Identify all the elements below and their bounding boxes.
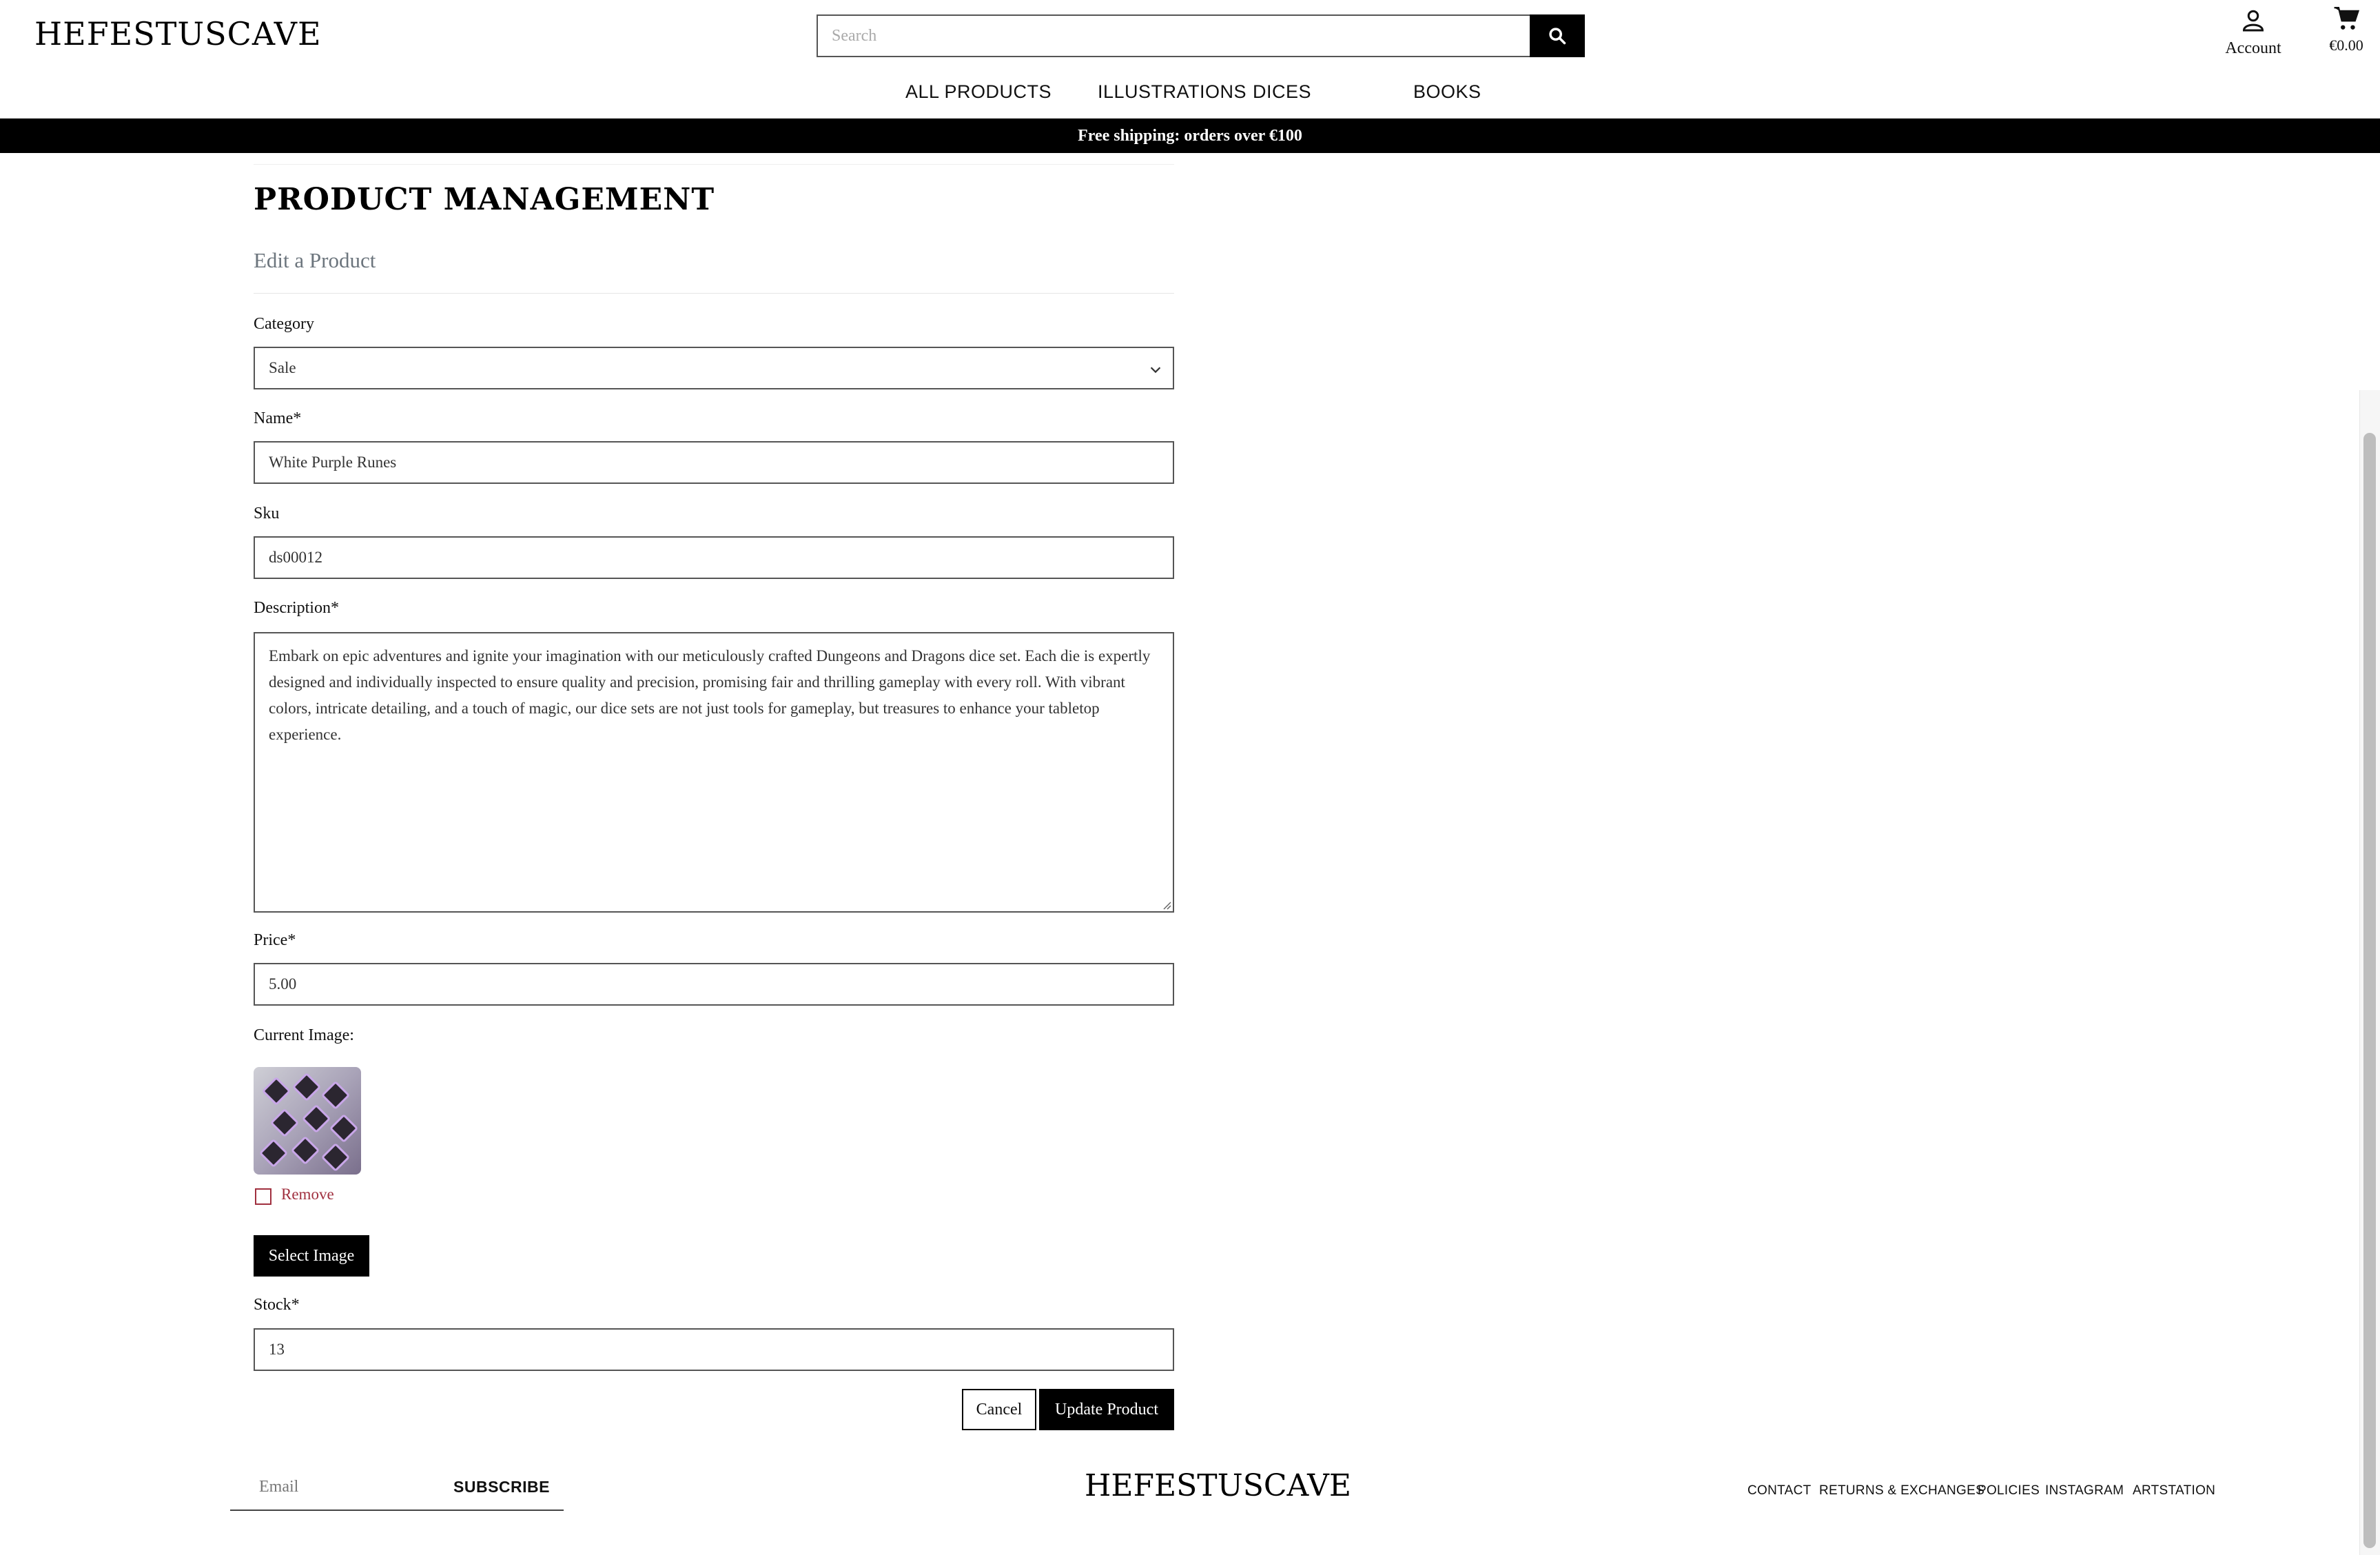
- category-value: Sale: [269, 359, 296, 376]
- stock-input[interactable]: 13: [254, 1328, 1174, 1371]
- category-select[interactable]: Sale: [254, 347, 1174, 389]
- site-header: HEFESTUSCAVE Account €0.00 ALL PRODUCTS …: [0, 0, 2380, 119]
- search-bar: [817, 14, 1585, 57]
- account-link[interactable]: Account: [2219, 7, 2288, 58]
- name-label: Name*: [254, 409, 302, 427]
- newsletter-form: Email SUBSCRIBE: [230, 1468, 564, 1511]
- nav-dices[interactable]: DICES: [1253, 81, 1311, 103]
- page-subtitle: Edit a Product: [254, 248, 376, 272]
- remove-image-checkbox[interactable]: [255, 1188, 271, 1205]
- sku-label: Sku: [254, 505, 280, 522]
- cart-link[interactable]: €0.00: [2322, 6, 2370, 54]
- stock-label: Stock*: [254, 1296, 300, 1314]
- page-title: PRODUCT MANAGEMENT: [254, 182, 715, 217]
- footer-link-instagram[interactable]: INSTAGRAM: [2045, 1483, 2124, 1498]
- divider: [254, 164, 1174, 165]
- description-textarea[interactable]: Embark on epic adventures and ignite you…: [254, 632, 1174, 913]
- footer-logo[interactable]: HEFESTUSCAVE: [1085, 1468, 1351, 1503]
- cancel-button[interactable]: Cancel: [962, 1389, 1036, 1430]
- description-text: Embark on epic adventures and ignite you…: [269, 647, 1151, 743]
- footer-link-artstation[interactable]: ARTSTATION: [2133, 1483, 2215, 1498]
- cart-total: €0.00: [2329, 37, 2363, 54]
- scrollbar-thumb[interactable]: [2363, 433, 2376, 1548]
- product-image: [254, 1067, 361, 1175]
- current-image-label: Current Image:: [254, 1026, 354, 1044]
- search-input[interactable]: [817, 14, 1530, 57]
- subscribe-button[interactable]: SUBSCRIBE: [453, 1478, 550, 1496]
- site-logo[interactable]: HEFESTUSCAVE: [34, 15, 322, 52]
- sku-input[interactable]: ds00012: [254, 536, 1174, 579]
- update-product-button[interactable]: Update Product: [1039, 1389, 1174, 1430]
- nav-illustrations[interactable]: ILLUSTRATIONS: [1098, 81, 1247, 103]
- category-label: Category: [254, 315, 314, 333]
- email-input[interactable]: Email: [259, 1478, 298, 1496]
- chevron-down-icon: [1150, 367, 1161, 374]
- resize-handle-icon[interactable]: [1160, 899, 1171, 910]
- search-button[interactable]: [1530, 14, 1585, 57]
- description-label: Description*: [254, 599, 339, 617]
- user-icon: [2242, 10, 2264, 32]
- search-icon: [1549, 28, 1566, 45]
- price-input[interactable]: 5.00: [254, 963, 1174, 1006]
- footer-link-policies[interactable]: POLICIES: [1978, 1483, 2040, 1498]
- account-label: Account: [2225, 39, 2281, 57]
- name-input[interactable]: White Purple Runes: [254, 441, 1174, 484]
- footer-link-returns[interactable]: RETURNS & EXCHANGES: [1819, 1483, 1984, 1498]
- select-image-button[interactable]: Select Image: [254, 1235, 369, 1277]
- nav-all-products[interactable]: ALL PRODUCTS: [905, 81, 1051, 103]
- shipping-banner: Free shipping: orders over €100: [0, 119, 2380, 153]
- nav-books[interactable]: BOOKS: [1413, 81, 1481, 103]
- price-label: Price*: [254, 931, 296, 949]
- remove-image-label[interactable]: Remove: [281, 1186, 334, 1203]
- cart-icon: [2334, 6, 2360, 30]
- footer-link-contact[interactable]: CONTACT: [1747, 1483, 1812, 1498]
- divider: [254, 293, 1174, 294]
